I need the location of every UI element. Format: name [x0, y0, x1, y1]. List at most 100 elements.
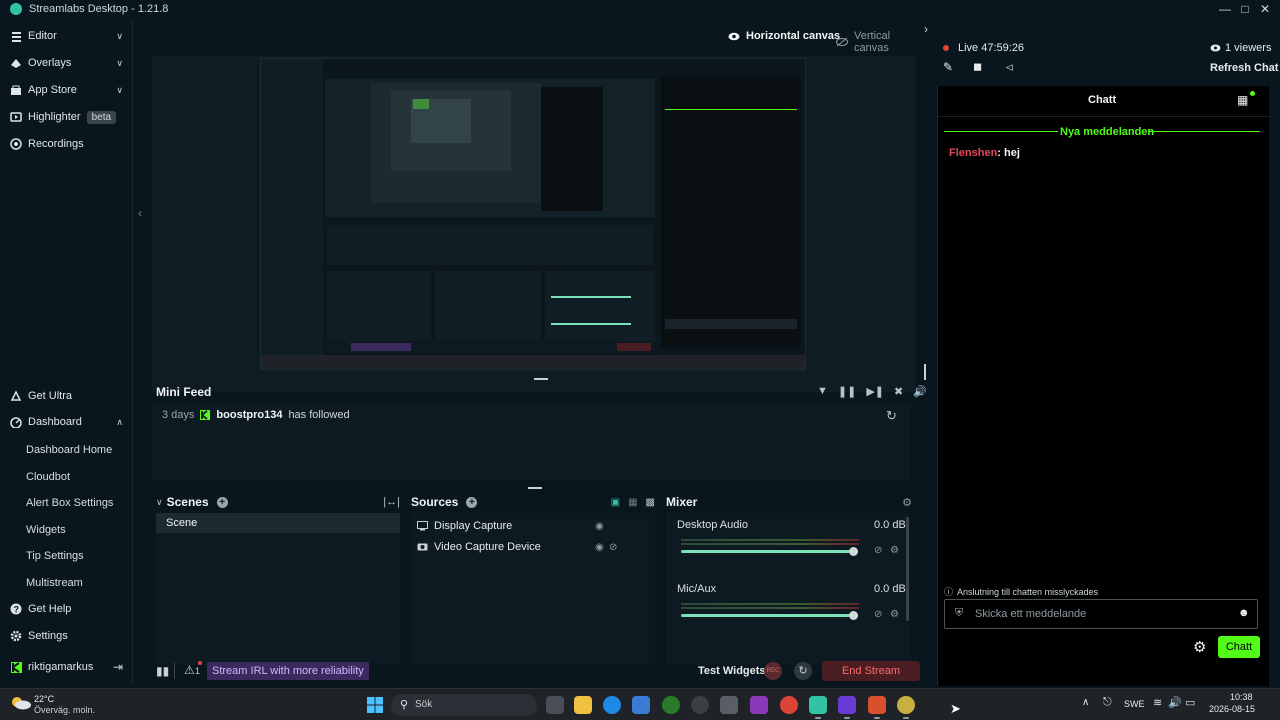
- volume-slider[interactable]: [681, 614, 853, 617]
- chevron-up-icon[interactable]: ∧: [1082, 697, 1089, 708]
- nav-tip-settings[interactable]: Tip Settings: [26, 550, 84, 562]
- share-icon[interactable]: ⊲: [1005, 61, 1014, 74]
- mute-icon[interactable]: ⊘: [874, 545, 882, 556]
- vertical-source-icon[interactable]: ▦: [628, 497, 637, 508]
- volume-icon[interactable]: 🔊: [1168, 696, 1182, 709]
- streamlabs-icon[interactable]: [809, 696, 827, 714]
- irl-promo-banner[interactable]: Stream IRL with more reliability: [207, 662, 369, 680]
- refresh-chat-button[interactable]: Refresh Chat: [1210, 62, 1278, 74]
- edge-icon[interactable]: [603, 696, 621, 714]
- nav-highlighter[interactable]: Highlighter beta: [0, 104, 133, 130]
- app-icon[interactable]: [720, 696, 738, 714]
- vertical-canvas-button[interactable]: Vertical canvas: [836, 30, 926, 54]
- chevron-up-icon[interactable]: ∧: [116, 417, 123, 428]
- nav-get-help[interactable]: ? Get Help: [0, 596, 133, 622]
- drag-handle[interactable]: [534, 378, 548, 380]
- task-view-icon[interactable]: [546, 696, 564, 714]
- horizontal-canvas-button[interactable]: Horizontal canvas: [728, 30, 840, 42]
- mute-alert-icon[interactable]: ✖: [894, 385, 903, 398]
- minimize-icon[interactable]: —: [1214, 0, 1236, 18]
- gear-icon[interactable]: ⚙: [890, 609, 899, 620]
- volume-icon[interactable]: 🔊: [913, 385, 927, 398]
- chrome-icon[interactable]: [780, 696, 798, 714]
- app-icon[interactable]: [897, 696, 915, 714]
- microphone-icon[interactable]: ⎋: [1103, 696, 1112, 709]
- nav-multistream[interactable]: Multistream: [26, 577, 83, 589]
- pause-icon[interactable]: ❚❚: [838, 385, 856, 398]
- file-explorer-icon[interactable]: [574, 696, 592, 714]
- maximize-icon[interactable]: □: [1234, 0, 1256, 18]
- nav-dashboard[interactable]: Dashboard ∧: [0, 409, 133, 435]
- chat-message-user[interactable]: Flenshen: [949, 147, 997, 159]
- nav-dashboard-home[interactable]: Dashboard Home: [26, 444, 112, 456]
- nav-settings[interactable]: Settings: [0, 623, 133, 649]
- nav-editor[interactable]: Editor ∨: [0, 23, 133, 49]
- test-widgets-label[interactable]: Test Widgets: [698, 665, 766, 677]
- scene-transitions-icon[interactable]: |↔|: [383, 496, 400, 508]
- emoji-icon[interactable]: ☻: [1238, 607, 1250, 619]
- send-chat-button[interactable]: Chatt: [1218, 636, 1260, 658]
- weather-desc[interactable]: Överväg. moln.: [34, 705, 95, 715]
- chevron-down-icon[interactable]: ∨: [116, 85, 123, 96]
- add-source-icon[interactable]: +: [466, 496, 478, 508]
- twitch-icon[interactable]: [838, 696, 856, 714]
- stream-preview[interactable]: ‹: [138, 56, 926, 392]
- volume-slider-knob[interactable]: [849, 611, 858, 620]
- weather-temp[interactable]: 22°C: [34, 694, 54, 704]
- gear-icon[interactable]: ⚙: [890, 545, 899, 556]
- gear-icon[interactable]: ⚙: [1193, 638, 1206, 656]
- media-player-icon[interactable]: [691, 696, 709, 714]
- gear-icon[interactable]: ⚙: [902, 496, 912, 509]
- source-item[interactable]: Video Capture Device ◉ ⊘: [417, 538, 649, 556]
- close-icon[interactable]: ✕: [1254, 0, 1276, 18]
- scene-item[interactable]: Scene: [156, 513, 400, 533]
- chat-input[interactable]: ⛨ Skicka ett meddelande ☻: [944, 599, 1258, 629]
- nav-alert-box-settings[interactable]: Alert Box Settings: [26, 497, 113, 509]
- volume-slider-knob[interactable]: [849, 547, 858, 556]
- nav-app-store[interactable]: App Store ∨: [0, 77, 133, 103]
- replay-buffer-button[interactable]: ↻: [794, 662, 812, 680]
- chevron-down-icon[interactable]: ∨: [116, 31, 123, 42]
- collapse-left-icon[interactable]: ‹: [138, 206, 142, 220]
- nav-overlays[interactable]: Overlays ∨: [0, 50, 133, 76]
- logout-icon[interactable]: ⇥: [113, 660, 123, 674]
- scrollbar[interactable]: [906, 517, 909, 621]
- dashboard-icon[interactable]: ◼: [973, 60, 982, 73]
- add-folder-icon[interactable]: ▩: [646, 497, 655, 508]
- lock-icon[interactable]: ◉: [595, 542, 604, 553]
- chat-users-icon[interactable]: ▦: [1237, 93, 1248, 107]
- source-item[interactable]: Display Capture ◉: [417, 517, 649, 535]
- store-icon[interactable]: [632, 696, 650, 714]
- wifi-icon[interactable]: ≋: [1153, 696, 1162, 709]
- nav-get-ultra[interactable]: Get Ultra: [0, 383, 133, 409]
- chevron-down-icon[interactable]: ∨: [116, 58, 123, 69]
- windows-start-icon[interactable]: [367, 697, 383, 713]
- collapse-chat-icon[interactable]: ›: [924, 22, 928, 36]
- mute-icon[interactable]: ⊘: [874, 609, 882, 620]
- drag-handle[interactable]: [528, 487, 542, 489]
- add-scene-icon[interactable]: +: [216, 496, 228, 508]
- xbox-icon[interactable]: [662, 696, 680, 714]
- app-icon[interactable]: [868, 696, 886, 714]
- app-icon[interactable]: [750, 696, 768, 714]
- record-button[interactable]: REC: [764, 662, 782, 680]
- alert-icon[interactable]: ⚠: [184, 663, 195, 677]
- chevron-down-icon[interactable]: ∨: [156, 497, 163, 508]
- resize-handle[interactable]: [924, 364, 926, 380]
- add-source-dual-output-icon[interactable]: ▣: [611, 497, 620, 508]
- nav-cloudbot[interactable]: Cloudbot: [26, 471, 70, 483]
- language-indicator[interactable]: SWE: [1124, 699, 1145, 709]
- nav-recordings[interactable]: Recordings: [0, 131, 133, 157]
- performance-icon[interactable]: ▮▮: [156, 664, 169, 678]
- filter-icon[interactable]: ▼: [817, 385, 828, 398]
- skip-icon[interactable]: ▶❚: [866, 385, 884, 398]
- volume-slider[interactable]: [681, 550, 853, 553]
- nav-widgets[interactable]: Widgets: [26, 524, 66, 536]
- end-stream-button[interactable]: End Stream: [822, 661, 920, 681]
- nav-user[interactable]: riktigamarkus ⇥: [0, 654, 133, 680]
- eye-off-icon[interactable]: ⊘: [609, 542, 617, 553]
- edit-icon[interactable]: ✎: [943, 60, 953, 74]
- lock-icon[interactable]: ◉: [595, 521, 604, 532]
- clock-time[interactable]: 10:38: [1230, 692, 1253, 702]
- taskbar-search[interactable]: ⚲ Sök: [391, 694, 537, 716]
